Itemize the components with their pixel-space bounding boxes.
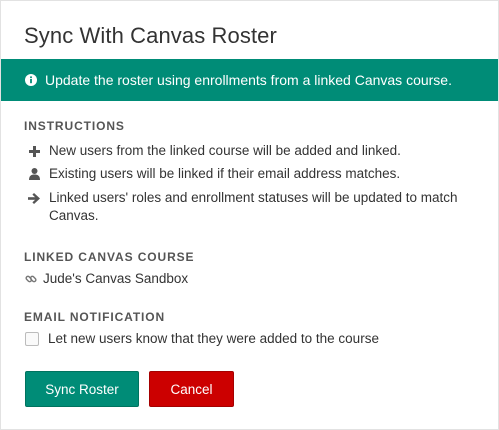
- instruction-text: Linked users' roles and enrollment statu…: [49, 190, 458, 223]
- instruction-item: Linked users' roles and enrollment statu…: [27, 189, 477, 225]
- plus-icon: [27, 142, 41, 160]
- notify-users-checkbox[interactable]: [25, 331, 39, 346]
- notify-users-option[interactable]: Let new users know that they were added …: [25, 331, 379, 346]
- info-banner: Update the roster using enrollments from…: [1, 59, 498, 101]
- email-notification-heading: EMAIL NOTIFICATION: [24, 310, 166, 324]
- dialog-title: Sync With Canvas Roster: [24, 23, 277, 48]
- notify-users-label[interactable]: Let new users know that they were added …: [48, 331, 379, 346]
- info-circle-icon: [25, 74, 37, 86]
- linked-course-heading: LINKED CANVAS COURSE: [24, 250, 195, 264]
- cancel-button[interactable]: Cancel: [149, 371, 234, 407]
- linked-course-name: Jude's Canvas Sandbox: [43, 271, 189, 286]
- linked-course: Jude's Canvas Sandbox: [25, 271, 188, 286]
- instruction-text: Existing users will be linked if their e…: [49, 166, 401, 181]
- user-icon: [27, 165, 41, 183]
- link-icon: [25, 273, 37, 285]
- arrow-right-icon: [27, 189, 41, 207]
- instruction-item: New users from the linked course will be…: [27, 142, 477, 160]
- instruction-item: Existing users will be linked if their e…: [27, 165, 477, 183]
- sync-roster-dialog: Sync With Canvas Roster Update the roste…: [0, 0, 499, 430]
- sync-roster-button[interactable]: Sync Roster: [25, 371, 139, 407]
- instructions-heading: INSTRUCTIONS: [24, 119, 125, 133]
- info-banner-text: Update the roster using enrollments from…: [45, 72, 452, 88]
- instruction-text: New users from the linked course will be…: [49, 143, 401, 158]
